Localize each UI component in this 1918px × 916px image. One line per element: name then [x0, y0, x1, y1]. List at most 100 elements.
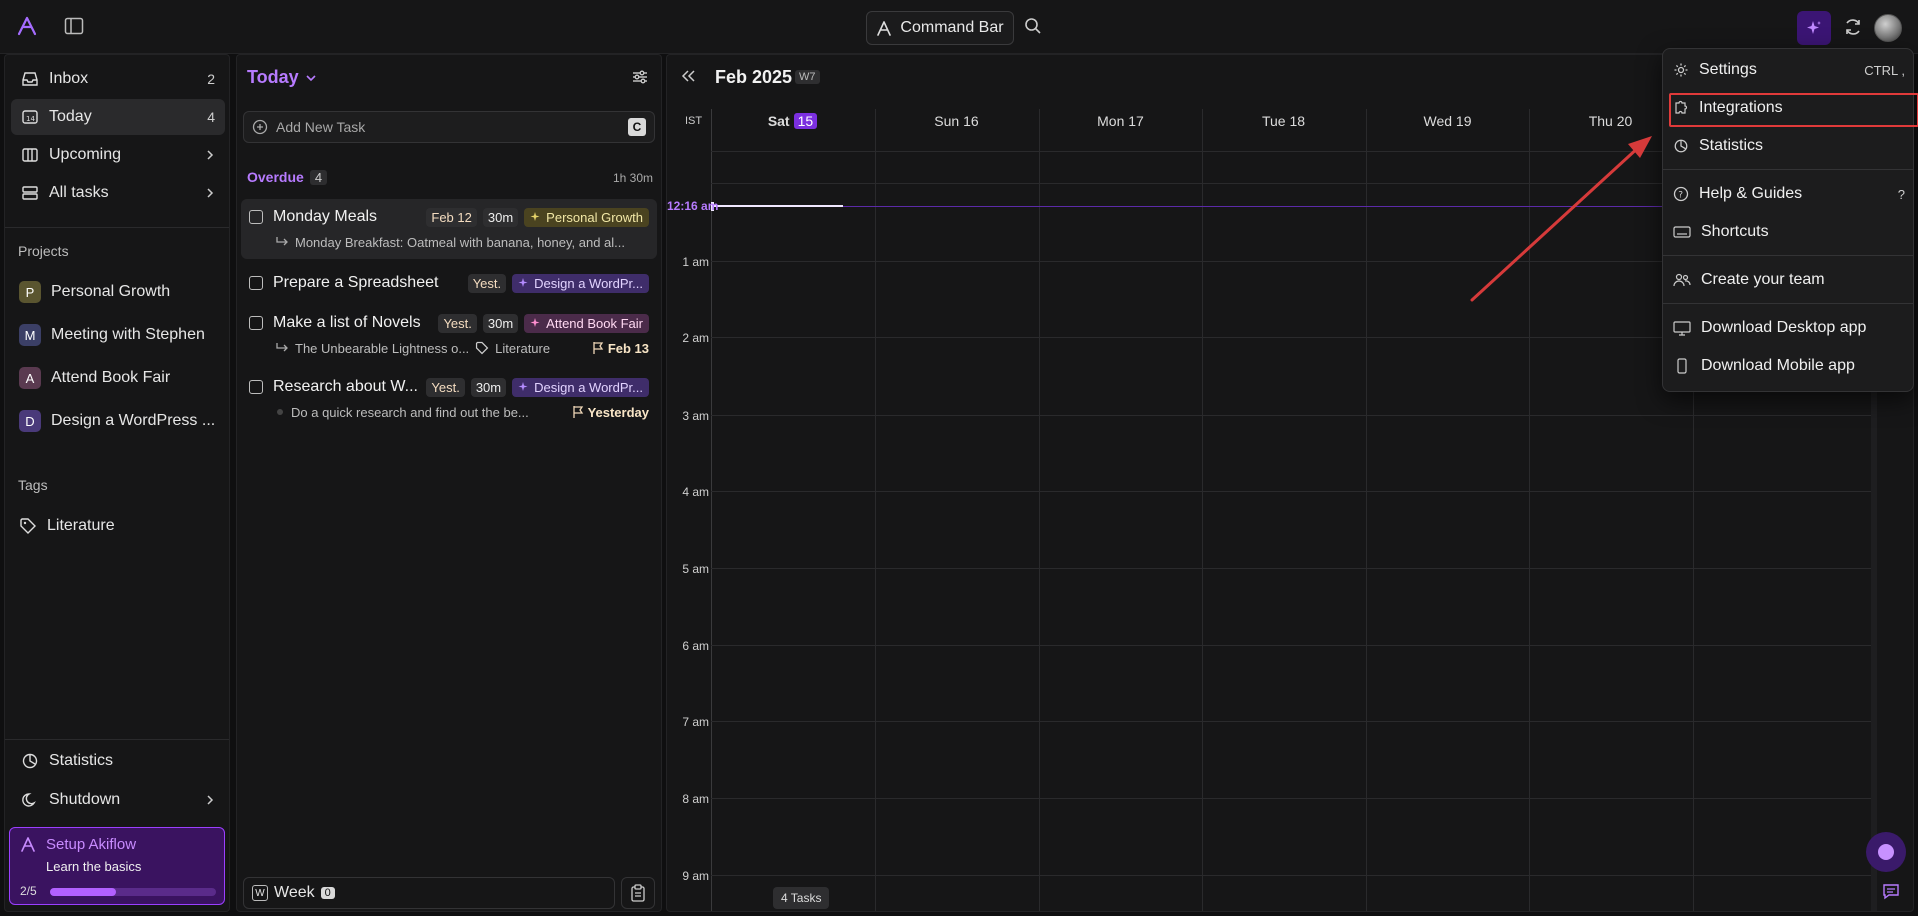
- task-row[interactable]: Make a list of Novels Yest. 30m Attend B…: [241, 305, 657, 365]
- sidebar-tag-literature[interactable]: Literature: [19, 511, 225, 541]
- subtask-arrow-icon: [275, 342, 289, 354]
- double-chevron-left-icon[interactable]: [679, 69, 697, 83]
- sparkle-icon: [518, 277, 530, 289]
- overdue-label: Overdue: [247, 169, 304, 185]
- menu-item-download-desktop[interactable]: Download Desktop app: [1673, 313, 1905, 343]
- sidebar-item-upcoming[interactable]: Upcoming: [11, 137, 225, 173]
- menu-item-settings[interactable]: Settings CTRL ,: [1673, 55, 1905, 85]
- task-project-chip[interactable]: Attend Book Fair: [524, 313, 649, 333]
- top-bar: Command Bar: [0, 0, 1918, 54]
- grid-line: [1366, 109, 1367, 911]
- setup-progress-bar: [50, 888, 216, 896]
- grid-line: [711, 798, 1871, 799]
- tasks-count-pill[interactable]: 4 Tasks: [773, 887, 830, 909]
- overdue-header[interactable]: Overdue 4: [247, 169, 328, 185]
- task-project-chip[interactable]: Personal Growth: [524, 207, 649, 227]
- menu-item-label: Download Desktop app: [1701, 319, 1867, 336]
- assistant-fab[interactable]: [1866, 832, 1906, 872]
- stack-icon: [21, 185, 39, 201]
- day-header-sun[interactable]: Sun 16: [875, 113, 1038, 129]
- overdue-count: 4: [309, 169, 328, 185]
- sidebar-item-inbox[interactable]: Inbox 2: [11, 61, 225, 97]
- calendar-month[interactable]: Feb 2025: [715, 67, 792, 88]
- task-deadline: Yesterday: [572, 405, 649, 420]
- help-circle-icon: ?: [1673, 186, 1689, 202]
- projects-title: Projects: [18, 243, 69, 259]
- sidebar-project-attend-book-fair[interactable]: A Attend Book Fair: [19, 363, 225, 393]
- sync-icon[interactable]: [1843, 17, 1863, 37]
- menu-item-label: Shortcuts: [1701, 223, 1769, 240]
- setup-akiflow-card[interactable]: Setup Akiflow Learn the basics 2/5: [9, 827, 225, 905]
- task-note: Do a quick research and find out the be.…: [291, 404, 529, 420]
- menu-item-shortcut: CTRL ,: [1864, 62, 1905, 78]
- filter-sliders-icon[interactable]: [631, 69, 649, 85]
- pie-chart-icon: [21, 752, 39, 770]
- task-row[interactable]: Monday Meals Feb 12 30m Personal Growth …: [241, 199, 657, 259]
- setup-progress-text: 2/5: [20, 884, 37, 898]
- day-header-sat[interactable]: Sat 15: [711, 113, 874, 129]
- setup-title: Setup Akiflow: [46, 836, 137, 853]
- search-icon[interactable]: [1024, 17, 1042, 35]
- sidebar-item-today[interactable]: 14 Today 4: [11, 99, 225, 135]
- svg-text:?: ?: [1678, 191, 1683, 201]
- grid-line: [711, 721, 1871, 722]
- command-bar-button[interactable]: Command Bar: [866, 11, 1014, 45]
- sidebar-item-all-tasks[interactable]: All tasks: [11, 175, 225, 211]
- sidebar-item-shutdown[interactable]: Shutdown: [11, 782, 225, 818]
- menu-item-shortcuts[interactable]: Shortcuts: [1673, 217, 1905, 247]
- divider: [5, 739, 229, 740]
- day-header-mon[interactable]: Mon 17: [1039, 113, 1202, 129]
- akiflow-logo-icon[interactable]: [16, 16, 38, 36]
- sparkle-icon: [530, 317, 542, 329]
- project-badge: M: [19, 324, 41, 346]
- project-chip-label: Attend Book Fair: [546, 315, 643, 331]
- sparkle-icon: [530, 211, 542, 223]
- task-checkbox[interactable]: [249, 210, 263, 224]
- akiflow-logo-icon: [876, 20, 892, 36]
- clipboard-button[interactable]: [621, 877, 655, 909]
- avatar[interactable]: [1874, 14, 1902, 42]
- menu-divider: [1663, 303, 1913, 304]
- today-dropdown[interactable]: Today: [247, 67, 317, 88]
- add-task-placeholder: Add New Task: [276, 119, 366, 135]
- akiflow-logo-icon: [20, 837, 36, 852]
- task-row[interactable]: Research about W... Yest. 30m Design a W…: [241, 369, 657, 429]
- menu-item-download-mobile[interactable]: Download Mobile app: [1673, 351, 1905, 381]
- task-checkbox[interactable]: [249, 316, 263, 330]
- columns-icon: [21, 147, 39, 163]
- sparkle-icon: [1805, 19, 1823, 37]
- project-name: Design a WordPress ...: [51, 412, 216, 429]
- day-number: 18: [1289, 113, 1306, 129]
- sidebar-item-statistics[interactable]: Statistics: [11, 743, 225, 779]
- hour-label: 3 am: [682, 409, 709, 423]
- week-view-bar[interactable]: W Week 0: [243, 877, 615, 909]
- task-checkbox[interactable]: [249, 380, 263, 394]
- task-checkbox[interactable]: [249, 276, 263, 290]
- task-project-chip[interactable]: Design a WordPr...: [512, 273, 649, 293]
- day-number: 15: [793, 113, 818, 129]
- sidebar-project-design-wordpress[interactable]: D Design a WordPress ...: [19, 406, 225, 436]
- day-header-wed[interactable]: Wed 19: [1366, 113, 1529, 129]
- menu-item-help-guides[interactable]: ? Help & Guides ?: [1673, 179, 1905, 209]
- task-date: Yest.: [467, 273, 507, 293]
- ai-assistant-button[interactable]: [1797, 11, 1831, 45]
- week-label: Week: [274, 884, 315, 901]
- hour-label: 7 am: [682, 715, 709, 729]
- day-number: 20: [1616, 113, 1633, 129]
- sidebar-toggle-icon[interactable]: [64, 17, 84, 35]
- menu-item-create-team[interactable]: Create your team: [1673, 265, 1905, 295]
- add-task-input[interactable]: Add New Task C: [243, 111, 655, 143]
- menu-item-integrations[interactable]: Integrations: [1669, 93, 1918, 127]
- overdue-duration: 1h 30m: [612, 171, 653, 185]
- grid-line: [711, 568, 1871, 569]
- day-name: Tue: [1261, 113, 1286, 129]
- sidebar-project-meeting-with-stephen[interactable]: M Meeting with Stephen: [19, 320, 225, 350]
- task-project-chip[interactable]: Design a WordPr...: [512, 377, 649, 397]
- hour-label: 5 am: [682, 562, 709, 576]
- sidebar-project-personal-growth[interactable]: P Personal Growth: [19, 277, 225, 307]
- task-row[interactable]: Prepare a Spreadsheet Yest. Design a Wor…: [241, 265, 657, 301]
- chat-icon[interactable]: [1882, 882, 1900, 900]
- menu-item-statistics[interactable]: Statistics: [1673, 131, 1905, 161]
- day-header-tue[interactable]: Tue 18: [1202, 113, 1365, 129]
- current-time-today-segment: [713, 205, 843, 207]
